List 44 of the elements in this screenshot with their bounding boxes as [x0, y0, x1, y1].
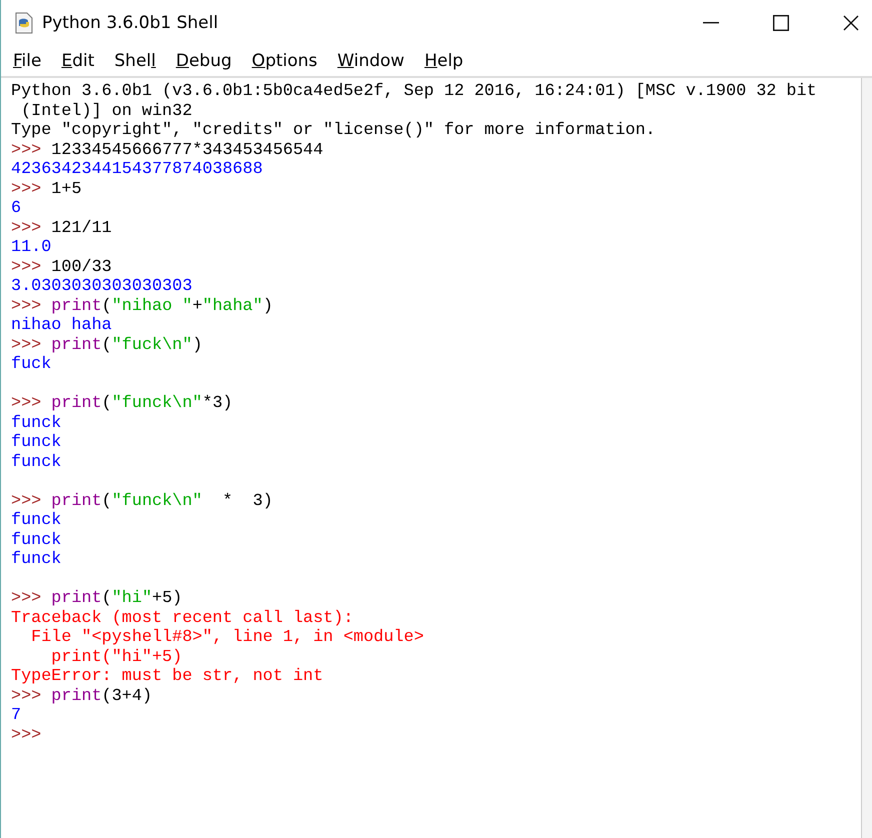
console-line: >>> print("nihao "+"haha") [11, 296, 274, 316]
close-icon[interactable] [843, 15, 859, 31]
console-line: >>> print("fuck\n") [11, 336, 204, 355]
console-line: funck [11, 511, 62, 530]
menu-item[interactable]: File [13, 51, 42, 71]
vertical-scrollbar[interactable] [861, 78, 872, 838]
console-line: >>> 12334545666777*343453456544 [11, 140, 324, 160]
console-line: TypeError: must be str, not int [11, 667, 324, 686]
console-line: funck [11, 433, 62, 452]
menu-item[interactable]: Window [337, 51, 404, 71]
console-line: fuck [11, 355, 52, 374]
menu-item[interactable]: Help [424, 51, 464, 71]
console-line: >>> print("funck\n" * 3) [11, 492, 274, 511]
menu-item[interactable]: Debug [176, 51, 232, 71]
console-line: 3.0303030303030303 [11, 277, 194, 296]
console-line: 7 [11, 706, 22, 726]
console-line: funck [11, 452, 62, 472]
console-line: >>> 1+5 [11, 180, 83, 199]
python-file-icon [14, 12, 34, 34]
console-line: funck [11, 550, 62, 570]
console-line: nihao haha [11, 316, 113, 336]
console-line: >>> print(3+4) [11, 686, 154, 706]
console-line: print("hi"+5) [50, 648, 184, 667]
console-line: (Intel)] on win32 [20, 102, 194, 121]
console-line: >>> print("funck\n"*3) [11, 394, 234, 414]
menu-item[interactable]: Options [252, 51, 318, 71]
console-line: >>> 100/33 [11, 258, 113, 277]
console-line: funck [11, 414, 62, 433]
console-line: funck [11, 530, 62, 550]
menu-item[interactable]: Edit [61, 51, 94, 71]
window-title: Python 3.6.0b1 Shell [42, 13, 218, 33]
maximize-icon[interactable] [773, 15, 789, 31]
console-line: 4236342344154377874038688 [11, 160, 264, 180]
console-line: >>> [11, 726, 42, 745]
console-line: 6 [11, 199, 22, 218]
console-line: Type "copyright", "credits" or "license()" for more information. [11, 121, 657, 140]
minimize-icon[interactable] [703, 22, 719, 24]
console-line: 11.0 [11, 238, 52, 258]
menu-item[interactable]: Shell [114, 51, 156, 71]
console-line: Python 3.6.0b1 (v3.6.0b1:5b0ca4ed5e2f, Sep 12 2016, 16:24:01) [MSC v.1900 32 bit [11, 82, 818, 102]
console-line: File "<pyshell#8>", line 1, in <module> [30, 628, 425, 648]
console-line: Traceback (most recent call last): [11, 608, 354, 628]
console-line: >>> print("hi"+5) [11, 589, 184, 608]
console-line: >>> 121/11 [11, 218, 113, 238]
